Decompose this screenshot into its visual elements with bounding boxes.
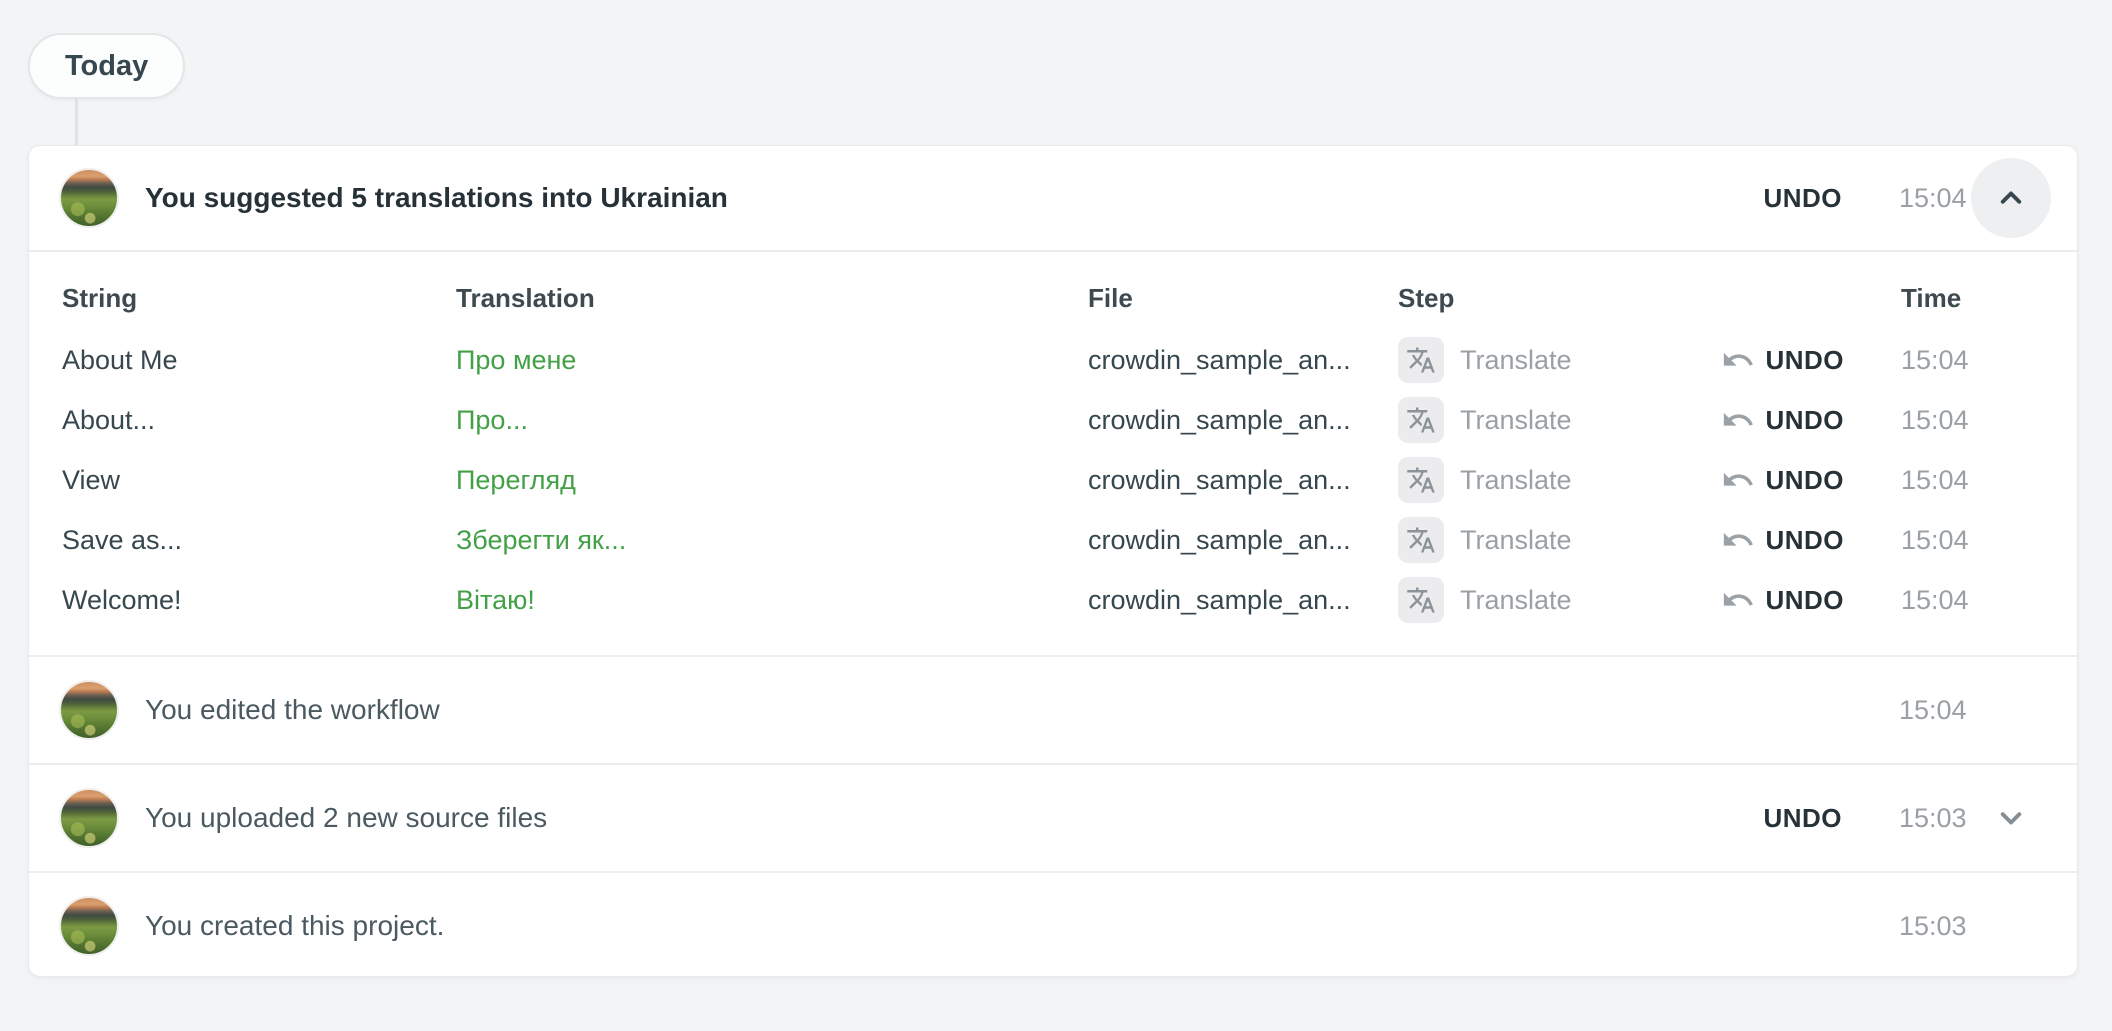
expand-button[interactable] — [1971, 778, 2051, 858]
file-cell: crowdin_sample_an... — [1088, 465, 1398, 496]
table-row: View Перегляд crowdin_sample_an... Trans… — [62, 450, 2051, 510]
chevron-placeholder — [1971, 670, 2051, 750]
activity-actions: UNDO 15:04 — [1763, 158, 2051, 238]
activity-title: You edited the workflow — [145, 694, 440, 726]
step-cell: Translate — [1398, 337, 1722, 383]
activity-title: You suggested 5 translations into Ukrain… — [145, 182, 728, 214]
row-undo-label: UNDO — [1765, 465, 1844, 496]
activity-actions: 15:04 — [1899, 670, 2051, 750]
step-cell: Translate — [1398, 397, 1722, 443]
translate-step-icon — [1398, 457, 1444, 503]
undo-arrow-icon — [1721, 463, 1755, 497]
timeline-connector-line — [75, 99, 78, 147]
activity-row-uploaded-files: You uploaded 2 new source files UNDO 15:… — [29, 765, 2077, 871]
column-header-step: Step — [1398, 283, 1722, 314]
row-time-cell: 15:04 — [1844, 465, 2053, 496]
step-cell: Translate — [1398, 517, 1722, 563]
row-undo-button[interactable]: UNDO — [1722, 463, 1844, 497]
string-cell: About Me — [62, 345, 456, 376]
undo-arrow-icon — [1721, 403, 1755, 437]
translate-step-icon — [1398, 397, 1444, 443]
row-undo-button[interactable]: UNDO — [1722, 343, 1844, 377]
chevron-up-icon — [1993, 180, 2029, 216]
row-time-cell: 15:04 — [1844, 405, 2053, 436]
user-avatar — [59, 788, 119, 848]
column-header-time: Time — [1844, 283, 2053, 314]
row-undo-label: UNDO — [1765, 405, 1844, 436]
step-label: Translate — [1460, 585, 1572, 616]
string-cell: Save as... — [62, 525, 456, 556]
translate-step-icon — [1398, 337, 1444, 383]
undo-button[interactable]: UNDO — [1763, 183, 1842, 214]
row-undo-label: UNDO — [1765, 525, 1844, 556]
user-avatar — [59, 896, 119, 956]
translation-link[interactable]: Вітаю! — [456, 585, 1088, 616]
translation-link[interactable]: Про мене — [456, 345, 1088, 376]
undo-arrow-icon — [1721, 523, 1755, 557]
timeline-date-badge: Today — [28, 33, 185, 99]
table-row: Welcome! Вітаю! crowdin_sample_an... Tra… — [62, 570, 2051, 630]
row-undo-button[interactable]: UNDO — [1722, 403, 1844, 437]
string-cell: About... — [62, 405, 456, 436]
activity-time: 15:04 — [1899, 695, 1971, 726]
table-header-row: String Translation File Step Time — [62, 266, 2051, 330]
activity-title: You created this project. — [145, 910, 444, 942]
timeline-date-label: Today — [65, 50, 148, 83]
activity-row-suggested-translations: You suggested 5 translations into Ukrain… — [29, 146, 2077, 250]
row-undo-button[interactable]: UNDO — [1722, 583, 1844, 617]
step-label: Translate — [1460, 465, 1572, 496]
table-row: About... Про... crowdin_sample_an... Tra… — [62, 390, 2051, 450]
step-cell: Translate — [1398, 457, 1722, 503]
undo-button[interactable]: UNDO — [1763, 803, 1842, 834]
file-cell: crowdin_sample_an... — [1088, 585, 1398, 616]
table-row: About Me Про мене crowdin_sample_an... T… — [62, 330, 2051, 390]
chevron-down-icon — [1993, 800, 2029, 836]
activity-title: You uploaded 2 new source files — [145, 802, 547, 834]
column-header-translation: Translation — [456, 283, 1088, 314]
activity-actions: UNDO 15:03 — [1763, 778, 2051, 858]
string-cell: View — [62, 465, 456, 496]
activity-row-edited-workflow: You edited the workflow 15:04 — [29, 657, 2077, 763]
activity-actions: 15:03 — [1899, 886, 2051, 966]
step-label: Translate — [1460, 525, 1572, 556]
step-cell: Translate — [1398, 577, 1722, 623]
activity-time: 15:03 — [1899, 803, 1971, 834]
row-time-cell: 15:04 — [1844, 525, 2053, 556]
table-body: About Me Про мене crowdin_sample_an... T… — [62, 330, 2051, 630]
collapse-button[interactable] — [1971, 158, 2051, 238]
column-header-file: File — [1088, 283, 1398, 314]
user-avatar — [59, 168, 119, 228]
row-time-cell: 15:04 — [1844, 585, 2053, 616]
activity-time: 15:04 — [1899, 183, 1971, 214]
table-row: Save as... Зберегти як... crowdin_sample… — [62, 510, 2051, 570]
column-header-string: String — [62, 283, 456, 314]
undo-arrow-icon — [1721, 343, 1755, 377]
translations-table: String Translation File Step Time About … — [29, 252, 2077, 655]
undo-arrow-icon — [1721, 583, 1755, 617]
file-cell: crowdin_sample_an... — [1088, 345, 1398, 376]
row-time-cell: 15:04 — [1844, 345, 2053, 376]
activity-time: 15:03 — [1899, 911, 1971, 942]
step-label: Translate — [1460, 345, 1572, 376]
activity-card: You suggested 5 translations into Ukrain… — [28, 145, 2078, 977]
file-cell: crowdin_sample_an... — [1088, 525, 1398, 556]
user-avatar — [59, 680, 119, 740]
step-label: Translate — [1460, 405, 1572, 436]
translate-step-icon — [1398, 577, 1444, 623]
translation-link[interactable]: Перегляд — [456, 465, 1088, 496]
string-cell: Welcome! — [62, 585, 456, 616]
file-cell: crowdin_sample_an... — [1088, 405, 1398, 436]
translation-link[interactable]: Зберегти як... — [456, 525, 1088, 556]
activity-row-created-project: You created this project. 15:03 — [29, 873, 2077, 979]
row-undo-button[interactable]: UNDO — [1722, 523, 1844, 557]
row-undo-label: UNDO — [1765, 585, 1844, 616]
translate-step-icon — [1398, 517, 1444, 563]
translation-link[interactable]: Про... — [456, 405, 1088, 436]
row-undo-label: UNDO — [1765, 345, 1844, 376]
chevron-placeholder — [1971, 886, 2051, 966]
